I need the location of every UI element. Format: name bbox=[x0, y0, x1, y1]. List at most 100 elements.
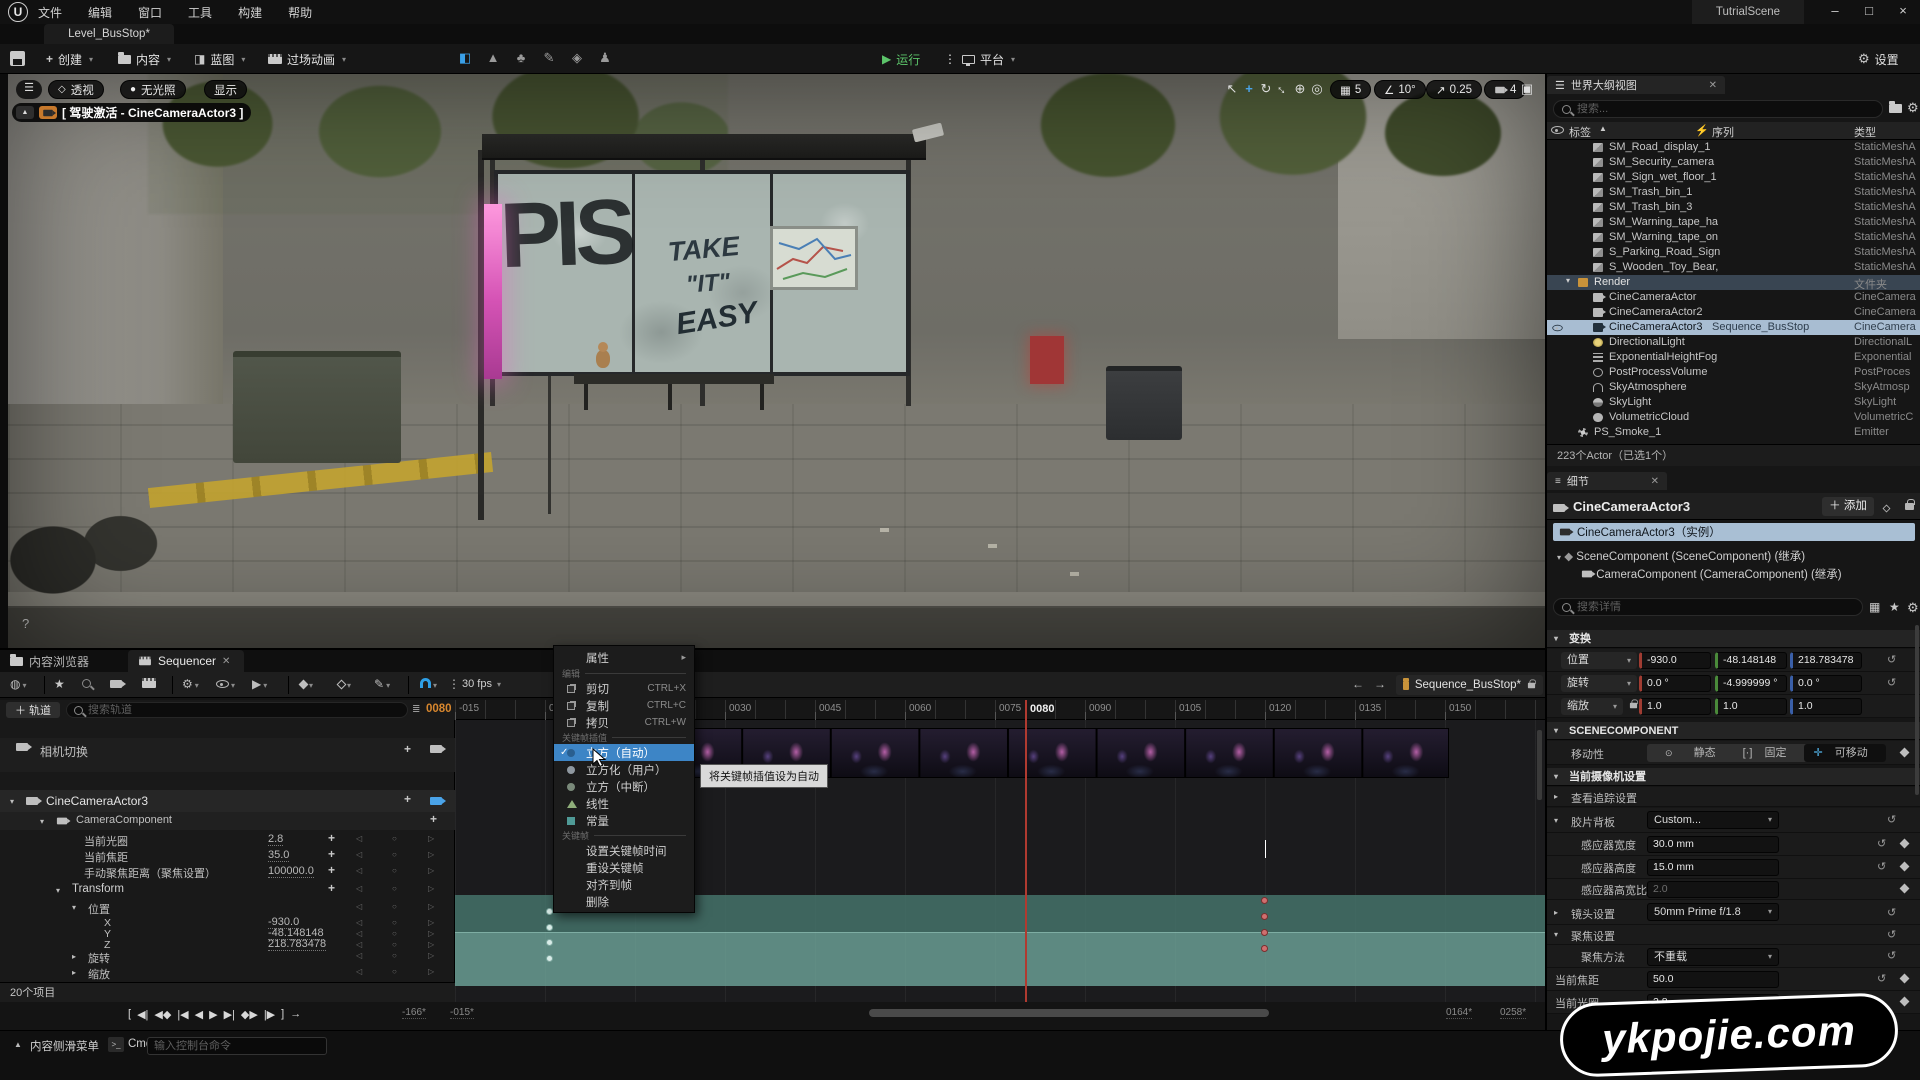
sequence-breadcrumb[interactable]: Sequence_BusStop* bbox=[1396, 675, 1543, 695]
details-search-input[interactable] bbox=[1577, 601, 1827, 613]
transport-button[interactable]: |▶ bbox=[264, 1008, 275, 1021]
next-key-icon[interactable]: ▷ bbox=[428, 951, 434, 960]
show-flags-selector[interactable]: 显示 bbox=[204, 80, 247, 99]
outliner-row[interactable]: SM_Security_cameraStaticMeshA bbox=[1547, 155, 1920, 170]
constant-menu-item[interactable]: 常量 bbox=[554, 812, 694, 829]
rotation-y-field[interactable]: -4.999999 ° bbox=[1715, 675, 1787, 692]
focus-method-dropdown[interactable]: 不重载▾ bbox=[1647, 948, 1779, 966]
chevron-down-icon[interactable]: ▾ bbox=[10, 797, 14, 806]
add-key-icon[interactable]: ○ bbox=[392, 918, 397, 927]
scale-snap-control[interactable]: ↗0.25 bbox=[1426, 80, 1482, 99]
outliner-row[interactable]: SM_Warning_tape_haStaticMeshA bbox=[1547, 215, 1920, 230]
grid-snap-control[interactable]: ▦5 bbox=[1330, 80, 1371, 99]
outliner-row[interactable]: S_Wooden_Toy_Bear,StaticMeshA bbox=[1547, 260, 1920, 275]
lightning-column-icon[interactable]: ⚡ bbox=[1695, 124, 1709, 137]
next-key-icon[interactable]: ▷ bbox=[428, 884, 434, 893]
keyframe-icon[interactable] bbox=[1900, 997, 1910, 1007]
platforms-button[interactable]: 平台▾ bbox=[956, 48, 1021, 70]
track-row[interactable]: ▾Transform+◁○▷ bbox=[0, 882, 455, 900]
maximize-button[interactable]: □ bbox=[1852, 0, 1886, 24]
rotation-dropdown[interactable]: 旋转▾ bbox=[1561, 675, 1637, 692]
cinematics-button[interactable]: 过场动画▾ bbox=[262, 48, 352, 70]
reset-icon[interactable]: ↺ bbox=[1887, 906, 1896, 919]
outliner-search-input[interactable] bbox=[1577, 103, 1847, 115]
world-icon[interactable]: ◍▾ bbox=[10, 677, 27, 691]
chevron-icon[interactable]: ▸ bbox=[72, 952, 76, 961]
console-input[interactable] bbox=[154, 1040, 314, 1052]
add-key-plus-icon[interactable]: + bbox=[328, 881, 335, 895]
outliner-row[interactable]: PS_Smoke_1Emitter bbox=[1547, 425, 1920, 440]
scene-component-row[interactable]: ▾ ◆ SceneComponent (SceneComponent) (继承) bbox=[1557, 548, 1805, 564]
scale-x-field[interactable]: 1.0 bbox=[1639, 698, 1711, 715]
render-movie-icon[interactable] bbox=[142, 677, 156, 691]
sensor-width-field[interactable]: 30.0 mm bbox=[1647, 836, 1779, 853]
sequencer-tab[interactable]: Sequencer✕ bbox=[128, 650, 244, 672]
scenecomponent-section-header[interactable]: ▾SCENECOMPONENT bbox=[1547, 722, 1920, 740]
transport-button[interactable]: |◀ bbox=[177, 1008, 188, 1021]
location-z-field[interactable]: 218.783478 bbox=[1790, 652, 1862, 669]
transport-button[interactable]: ▶ bbox=[209, 1008, 217, 1021]
favorites-icon[interactable]: ★ bbox=[1889, 600, 1900, 614]
add-key-icon[interactable]: ○ bbox=[392, 902, 397, 911]
range-start-outer[interactable]: -166* bbox=[402, 1007, 426, 1019]
outliner-row[interactable]: ExponentialHeightFogExponential bbox=[1547, 350, 1920, 365]
add-component-button[interactable]: ＋ 添加 bbox=[1822, 497, 1874, 516]
next-key-icon[interactable]: ▷ bbox=[428, 902, 434, 911]
add-key-icon[interactable]: ○ bbox=[392, 951, 397, 960]
landscape-mode-icon[interactable]: ▲ bbox=[483, 50, 503, 68]
pilot-camera-icon[interactable] bbox=[39, 106, 57, 119]
horizontal-scrollbar[interactable] bbox=[869, 1009, 1269, 1017]
select-mode-icon[interactable]: ◧ bbox=[455, 50, 475, 68]
camera-settings-section-header[interactable]: ▾当前摄像机设置 bbox=[1547, 768, 1920, 786]
cut-menu-item[interactable]: 剪切CTRL+X bbox=[554, 680, 694, 697]
transport-button[interactable]: ◀◆ bbox=[154, 1008, 171, 1021]
visibility-column-icon[interactable] bbox=[1551, 126, 1564, 134]
keyframe-icon[interactable] bbox=[1900, 974, 1910, 984]
outliner-row[interactable]: SkyAtmosphereSkyAtmosp bbox=[1547, 380, 1920, 395]
camera-blue-icon[interactable] bbox=[430, 796, 442, 808]
create-camera-icon[interactable] bbox=[110, 677, 122, 691]
track-row[interactable]: 当前光圈2.8+◁○▷ bbox=[0, 832, 455, 848]
track-row[interactable]: Z218.783478◁○▷ bbox=[0, 938, 455, 949]
track-row[interactable]: ▾位置◁○▷ bbox=[0, 900, 455, 916]
reset-icon[interactable]: ↺ bbox=[1887, 928, 1896, 941]
delete-menu-item[interactable]: 删除 bbox=[554, 893, 694, 910]
track-row[interactable]: ▾CameraComponent+ bbox=[0, 812, 455, 830]
foliage-mode-icon[interactable]: ♣ bbox=[511, 50, 531, 68]
outliner-row[interactable]: ▾Render文件夹 bbox=[1547, 275, 1920, 290]
next-key-icon[interactable]: ▷ bbox=[428, 929, 434, 938]
track-row[interactable]: ▸旋转◁○▷ bbox=[0, 949, 455, 965]
console-input-box[interactable] bbox=[147, 1037, 327, 1055]
outliner-search[interactable] bbox=[1553, 100, 1883, 118]
next-key-icon[interactable]: ▷ bbox=[428, 866, 434, 875]
edit-options-icon[interactable]: ✎▾ bbox=[374, 677, 390, 691]
transport-button[interactable]: ◀ bbox=[195, 1008, 203, 1021]
menu-item[interactable]: 编辑 bbox=[88, 4, 112, 21]
bookmark-icon[interactable]: ★ bbox=[54, 677, 65, 691]
transport-button[interactable]: ◀| bbox=[137, 1008, 148, 1021]
lookat-tracking-row[interactable]: ▸ 查看追踪设置 bbox=[1547, 787, 1920, 807]
world-space-icon[interactable]: ⊕ bbox=[1291, 81, 1309, 97]
lock-icon[interactable] bbox=[1905, 499, 1914, 513]
transport-button[interactable]: ▶| bbox=[224, 1008, 235, 1021]
range-start-inner[interactable]: -015* bbox=[450, 1007, 474, 1019]
filmback-dropdown[interactable]: Custom...▾ bbox=[1647, 811, 1779, 829]
eye-icon[interactable] bbox=[1551, 323, 1564, 335]
outliner-row[interactable]: SM_Trash_bin_1StaticMeshA bbox=[1547, 185, 1920, 200]
outliner-row[interactable]: DirectionalLightDirectionalL bbox=[1547, 335, 1920, 350]
keyframe-dot[interactable] bbox=[546, 955, 553, 962]
camera-cuts-filmstrip[interactable] bbox=[563, 728, 1449, 778]
transport-button[interactable]: → bbox=[290, 1008, 301, 1020]
location-dropdown[interactable]: 位置▾ bbox=[1561, 652, 1637, 669]
display-filter-icon[interactable]: ▦ bbox=[1869, 600, 1880, 614]
menu-item[interactable]: 帮助 bbox=[288, 4, 312, 21]
back-icon[interactable]: ← bbox=[1352, 677, 1364, 691]
scale-z-field[interactable]: 1.0 bbox=[1790, 698, 1862, 715]
drawer-icon[interactable]: ▲ bbox=[14, 1040, 22, 1049]
prev-key-icon[interactable]: ◁ bbox=[356, 918, 362, 927]
close-icon[interactable]: ✕ bbox=[1651, 476, 1659, 487]
blueprint-button[interactable]: ◨蓝图▾ bbox=[188, 48, 251, 70]
autokey-options-icon[interactable]: ▾ bbox=[338, 677, 351, 691]
playback-options-icon[interactable]: ▶▾ bbox=[252, 677, 267, 691]
outliner-row[interactable]: SM_Warning_tape_onStaticMeshA bbox=[1547, 230, 1920, 245]
